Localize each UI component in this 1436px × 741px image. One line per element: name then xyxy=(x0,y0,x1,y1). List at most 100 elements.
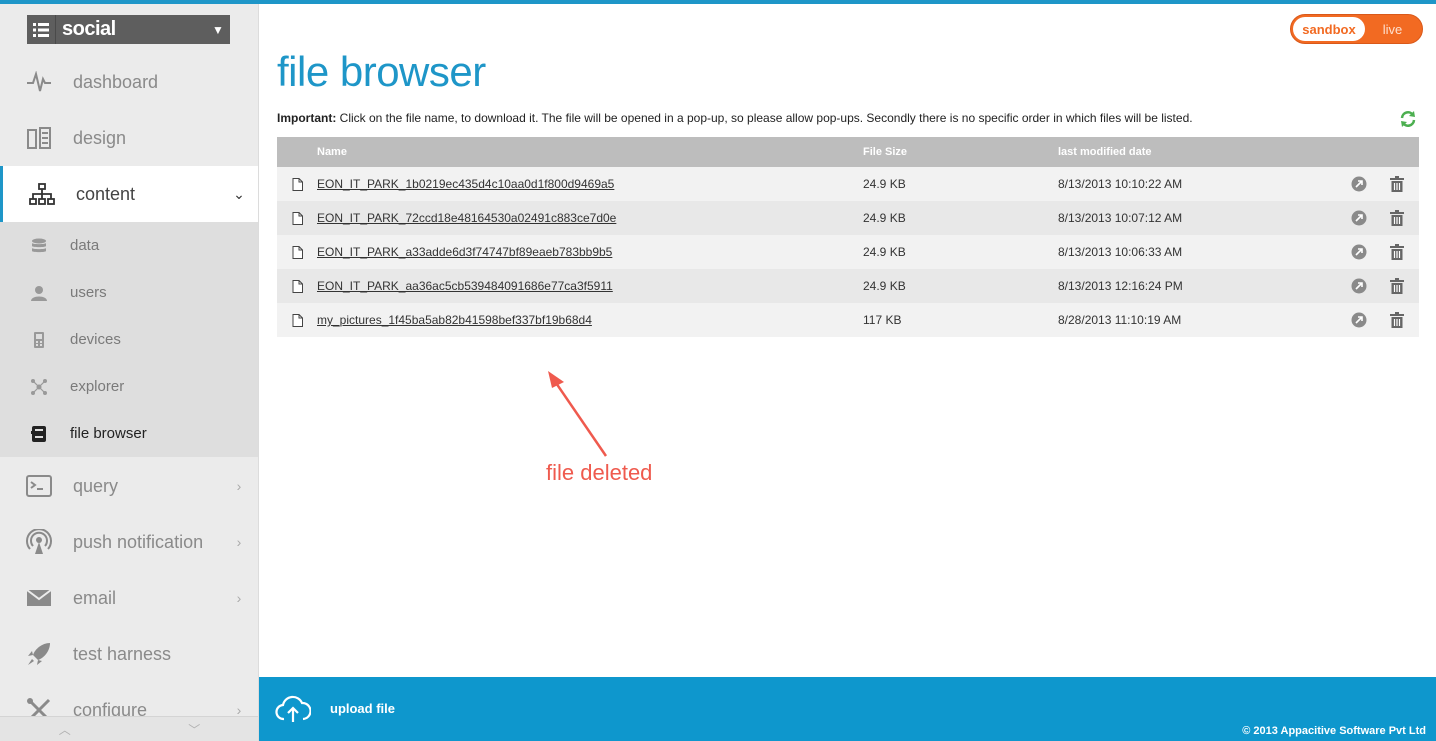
share-icon[interactable] xyxy=(1340,210,1378,226)
sidebar-scroll-controls: ︿ ﹀ xyxy=(0,716,258,741)
nav-label: email xyxy=(73,587,117,608)
annotation-text: file deleted xyxy=(546,460,653,485)
pulse-icon xyxy=(0,71,73,93)
notice-label: Important: xyxy=(277,111,337,125)
upload-file-button[interactable]: upload file xyxy=(330,701,395,716)
file-size: 24.9 KB xyxy=(863,279,906,293)
trash-icon[interactable] xyxy=(1378,244,1416,260)
trash-icon[interactable] xyxy=(1378,210,1416,226)
file-modified-date: 8/28/2013 11:10:19 AM xyxy=(1058,313,1182,327)
nav-label: design xyxy=(73,127,127,148)
file-modified-date: 8/13/2013 10:10:22 AM xyxy=(1058,177,1183,191)
sitemap-icon xyxy=(3,183,76,205)
file-modified-date: 8/13/2013 10:07:12 AM xyxy=(1058,211,1183,225)
nav-item-query[interactable]: query › xyxy=(0,458,258,514)
file-name-link[interactable]: my_pictures_1f45ba5ab82b41598bef337bf19b… xyxy=(317,313,592,327)
terminal-icon xyxy=(0,475,73,497)
file-size: 117 KB xyxy=(863,313,902,327)
file-icon xyxy=(277,211,317,225)
file-name-link[interactable]: EON_IT_PARK_aa36ac5cb539484091686e77ca3f… xyxy=(317,279,613,293)
file-modified-date: 8/13/2013 10:06:33 AM xyxy=(1058,245,1183,259)
subnav-label: users xyxy=(70,284,107,301)
file-name-link[interactable]: EON_IT_PARK_a33adde6d3f74747bf89eaeb783b… xyxy=(317,245,612,259)
chevron-right-icon: › xyxy=(236,478,242,494)
annotation-arrow xyxy=(548,371,608,457)
subnav-item-explorer[interactable]: explorer xyxy=(0,363,258,410)
trash-icon[interactable] xyxy=(1378,278,1416,294)
file-name-link[interactable]: EON_IT_PARK_72ccd18e48164530a02491c883ce… xyxy=(317,211,616,225)
nav-label: dashboard xyxy=(73,71,159,92)
cloud-upload-icon[interactable] xyxy=(275,695,312,728)
device-icon xyxy=(0,331,70,348)
share-icon[interactable] xyxy=(1340,312,1378,328)
database-icon xyxy=(0,238,70,254)
table-row: EON_IT_PARK_a33adde6d3f74747bf89eaeb783b… xyxy=(277,235,1419,269)
footer-bar: upload file © 2013 Appacitive Software P… xyxy=(259,677,1436,741)
chevron-down-icon: ⌄ xyxy=(233,185,245,202)
chevron-down-icon: ▼ xyxy=(212,22,224,37)
app-selector[interactable]: social ▼ xyxy=(27,15,230,44)
nav-item-dashboard[interactable]: dashboard xyxy=(0,54,258,110)
user-icon xyxy=(0,285,70,301)
nav-label: test harness xyxy=(73,643,172,664)
trash-icon[interactable] xyxy=(1378,176,1416,192)
subnav-label: data xyxy=(70,237,100,254)
important-notice: Important: Click on the file name, to do… xyxy=(277,111,1193,125)
share-icon[interactable] xyxy=(1340,244,1378,260)
app-name: social xyxy=(62,18,116,40)
page-title: file browser xyxy=(277,48,486,95)
table-row: my_pictures_1f45ba5ab82b41598bef337bf19b… xyxy=(277,303,1419,337)
file-size: 24.9 KB xyxy=(863,177,906,191)
rocket-icon xyxy=(0,641,73,667)
column-header-name: Name xyxy=(317,146,347,158)
nav-item-test-harness[interactable]: test harness xyxy=(0,626,258,682)
subnav-item-file-browser[interactable]: file browser xyxy=(0,410,258,457)
nav-item-email[interactable]: email › xyxy=(0,570,258,626)
envelope-icon xyxy=(0,589,73,607)
share-icon[interactable] xyxy=(1340,278,1378,294)
environment-toggle[interactable]: sandbox live xyxy=(1290,14,1423,44)
subnav-label: file browser xyxy=(70,425,147,442)
nav-label: content xyxy=(76,183,136,204)
file-size: 24.9 KB xyxy=(863,211,906,225)
nav-item-push-notification[interactable]: push notification › xyxy=(0,514,258,570)
subnav-label: devices xyxy=(70,331,121,348)
nav-item-content[interactable]: content ⌄ xyxy=(0,166,258,222)
nav-label: push notification xyxy=(73,531,204,552)
table-row: EON_IT_PARK_1b0219ec435d4c10aa0d1f800d94… xyxy=(277,167,1419,201)
env-live-option[interactable]: live xyxy=(1365,22,1420,37)
network-icon xyxy=(0,378,70,395)
file-modified-date: 8/13/2013 12:16:24 PM xyxy=(1058,279,1183,293)
file-size: 24.9 KB xyxy=(863,245,906,259)
table-row: EON_IT_PARK_72ccd18e48164530a02491c883ce… xyxy=(277,201,1419,235)
table-row: EON_IT_PARK_aa36ac5cb539484091686e77ca3f… xyxy=(277,269,1419,303)
env-sandbox-option[interactable]: sandbox xyxy=(1293,17,1365,41)
copyright-text: © 2013 Appacitive Software Pvt Ltd xyxy=(1242,725,1426,737)
file-icon xyxy=(277,177,317,191)
file-icon xyxy=(277,313,317,327)
subnav-item-users[interactable]: users xyxy=(0,269,258,316)
scroll-up-icon[interactable]: ︿ xyxy=(59,721,71,738)
file-name-link[interactable]: EON_IT_PARK_1b0219ec435d4c10aa0d1f800d94… xyxy=(317,177,614,191)
content-subnav: data users devices explorer file browser xyxy=(0,222,258,457)
sidebar: social ▼ dashboard design content ⌄ data xyxy=(0,4,259,741)
nav-label: query xyxy=(73,475,119,496)
subnav-item-data[interactable]: data xyxy=(0,222,258,269)
broadcast-icon xyxy=(0,529,73,555)
design-icon xyxy=(0,126,73,150)
file-icon xyxy=(277,245,317,259)
column-header-date: last modified date xyxy=(1058,146,1152,158)
scroll-down-icon[interactable]: ﹀ xyxy=(188,721,200,738)
file-icon xyxy=(277,279,317,293)
subnav-item-devices[interactable]: devices xyxy=(0,316,258,363)
nav-item-design[interactable]: design xyxy=(0,110,258,166)
share-icon[interactable] xyxy=(1340,176,1378,192)
table-header: Name File Size last modified date xyxy=(277,137,1419,167)
trash-icon[interactable] xyxy=(1378,312,1416,328)
refresh-icon[interactable] xyxy=(1399,110,1417,128)
file-cabinet-icon xyxy=(0,425,70,442)
file-table: Name File Size last modified date EON_IT… xyxy=(277,137,1419,337)
column-header-size: File Size xyxy=(863,146,908,158)
chevron-right-icon: › xyxy=(236,534,242,550)
subnav-label: explorer xyxy=(70,378,125,395)
